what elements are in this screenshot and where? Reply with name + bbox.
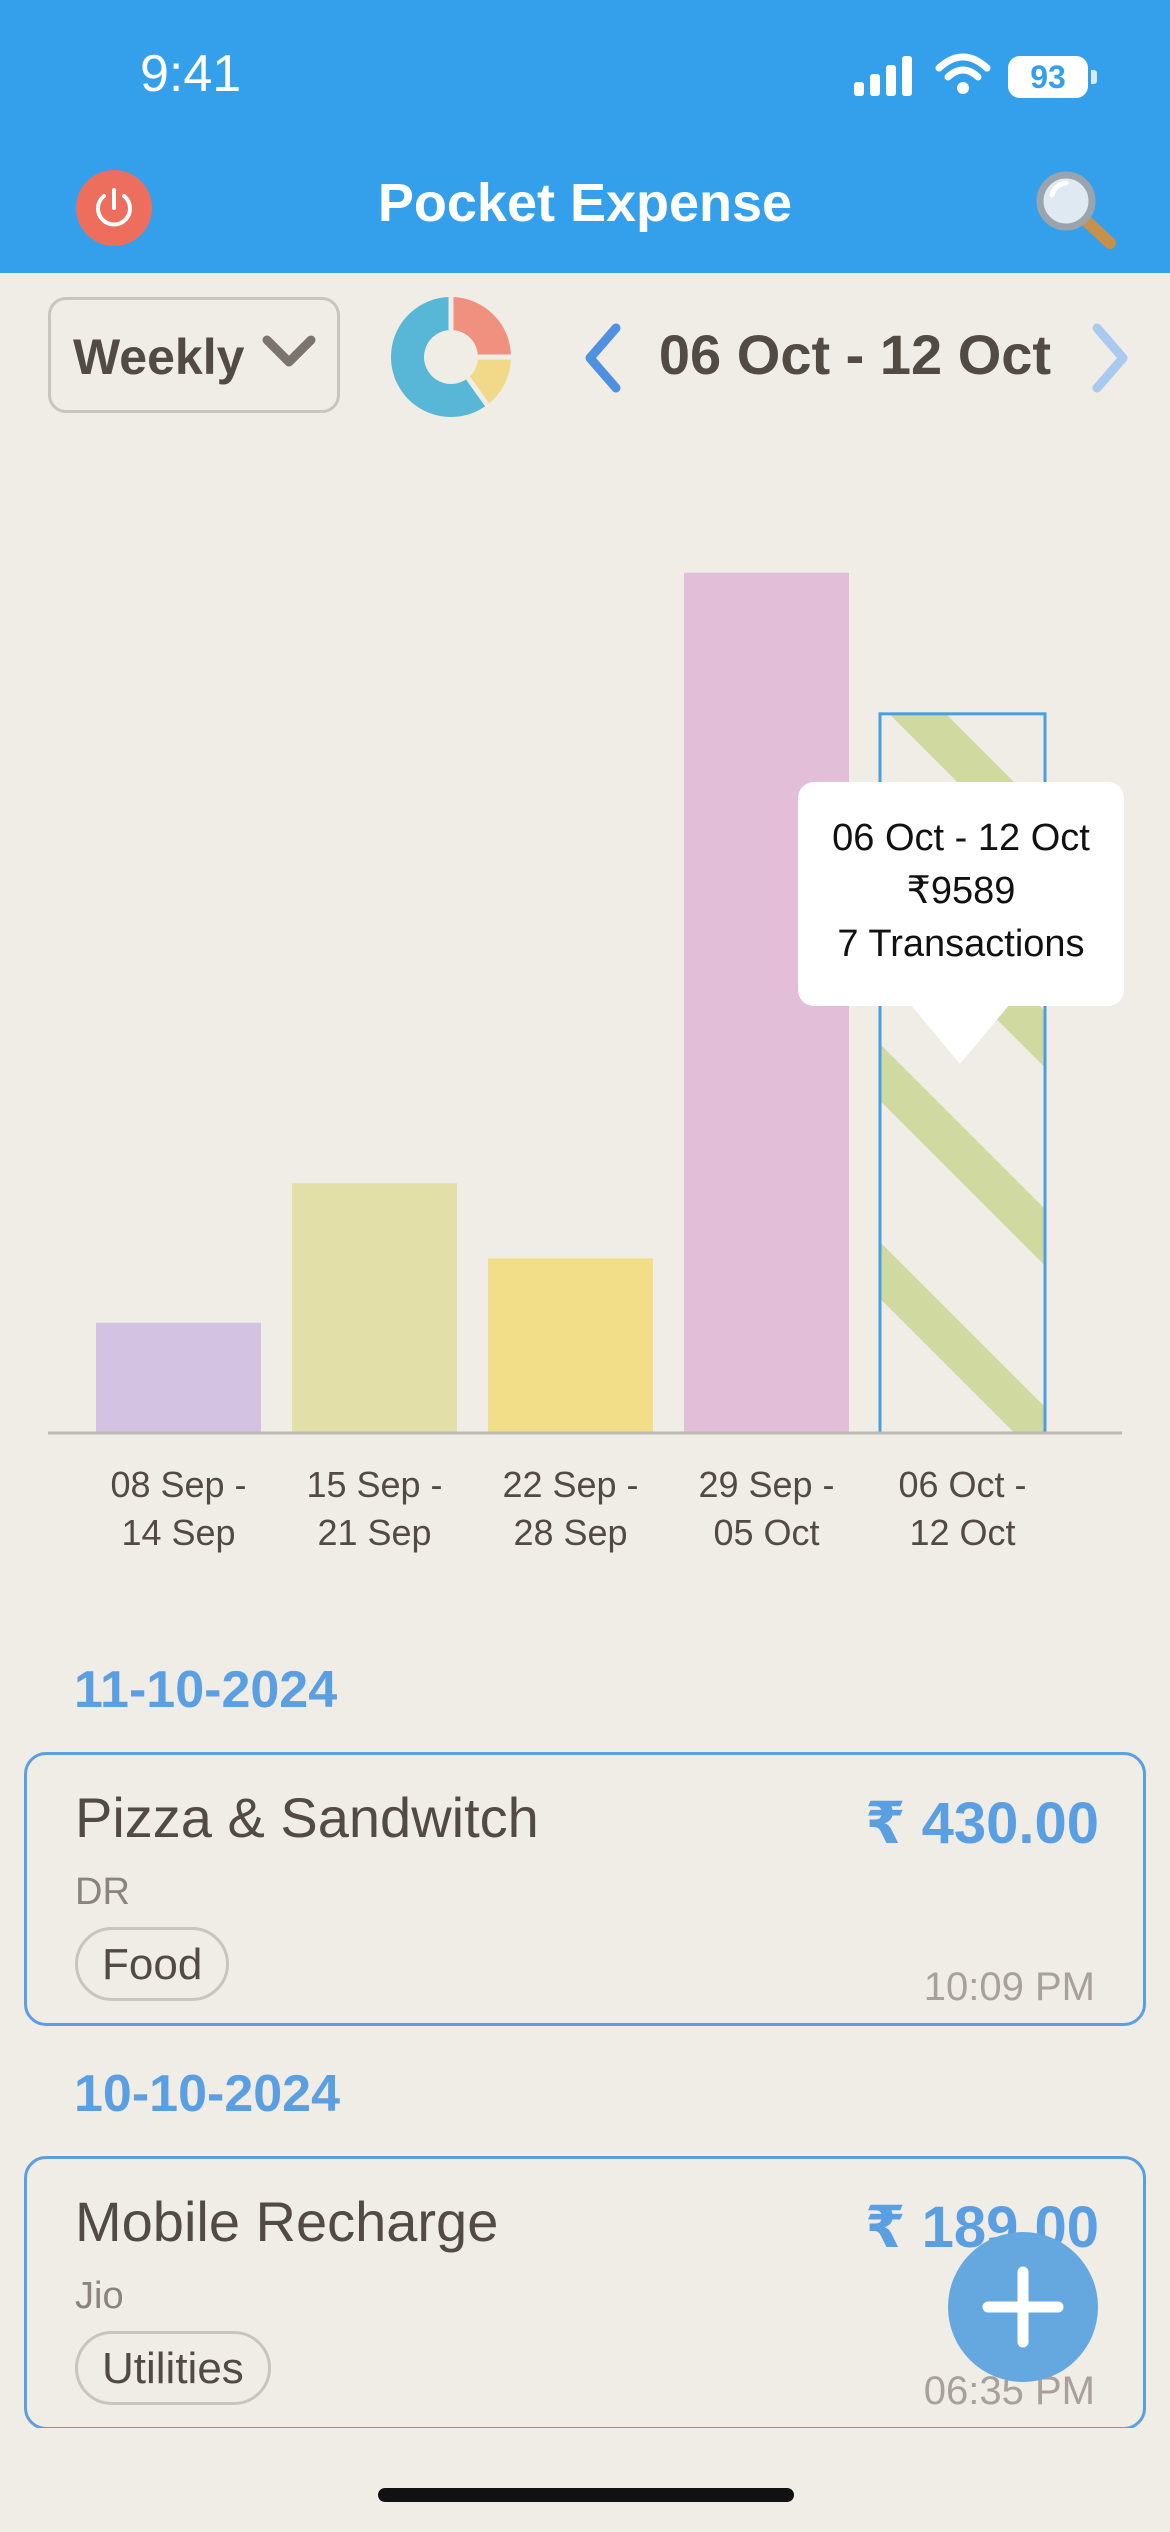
x-tick-label: 28 Sep — [513, 1512, 627, 1553]
wifi-icon — [935, 53, 991, 94]
chevron-right-icon[interactable] — [1085, 318, 1135, 398]
tooltip-transactions: 7 Transactions — [837, 923, 1085, 965]
period-select[interactable]: Weekly — [48, 297, 340, 413]
tooltip-range: 06 Oct - 12 Oct — [832, 817, 1090, 859]
x-tick-label: 29 Sep - — [698, 1464, 834, 1505]
weekly-bar-chart: 08 Sep - 14 Sep 15 Sep - 21 Sep 22 Sep - 28 S… — [48, 572, 1122, 1553]
home-indicator — [378, 2488, 794, 2502]
chevron-down-icon — [262, 335, 316, 367]
search-icon — [1036, 171, 1116, 249]
signal-icon — [854, 56, 912, 96]
transaction-amount: ₹ 430.00 — [865, 1791, 1099, 1856]
transaction-title: Pizza & Sandwitch — [75, 1786, 539, 1849]
chart-tooltip: 06 Oct - 12 Oct ₹9589 7 Transactions — [798, 782, 1124, 1006]
x-tick-label: 21 Sep — [317, 1512, 431, 1553]
x-tick-label: 15 Sep - — [306, 1464, 442, 1505]
transaction-time: 10:09 PM — [923, 1965, 1095, 2009]
category-tag: Food — [75, 1927, 230, 2001]
category-tag: Utilities — [75, 2331, 271, 2405]
battery-nub — [1091, 70, 1097, 84]
date-range: 06 Oct - 12 Oct — [658, 323, 1052, 386]
status-time: 9:41 — [140, 45, 242, 103]
x-tick-label: 08 Sep - — [110, 1464, 246, 1505]
add-transaction-button[interactable] — [948, 2232, 1098, 2382]
plus-icon — [982, 2266, 1064, 2348]
transaction-card[interactable]: Pizza & Sandwitch DR Food ₹ 430.00 10:09… — [24, 1752, 1146, 2026]
battery-indicator: 93 — [1008, 56, 1088, 98]
page-title: Pocket Expense — [377, 173, 793, 233]
period-label: Weekly — [73, 329, 245, 385]
bar-1[interactable] — [292, 1183, 457, 1433]
tooltip-amount: ₹9589 — [906, 870, 1016, 912]
pie-chart-icon[interactable] — [390, 296, 512, 418]
x-tick-label: 14 Sep — [121, 1512, 235, 1553]
transaction-subtitle: DR — [75, 1871, 130, 1913]
bar-0[interactable] — [96, 1322, 261, 1433]
date-header: 10-10-2024 — [74, 2065, 340, 2123]
search-button[interactable] — [1030, 165, 1120, 255]
x-tick-label: 06 Oct - — [898, 1464, 1026, 1505]
transaction-title: Mobile Recharge — [75, 2190, 499, 2253]
bar-2[interactable] — [488, 1258, 653, 1433]
x-tick-label: 22 Sep - — [502, 1464, 638, 1505]
tooltip-arrow — [910, 1004, 1010, 1064]
x-tick-label: 05 Oct — [713, 1512, 819, 1553]
chevron-left-icon[interactable] — [578, 318, 628, 398]
date-header: 11-10-2024 — [74, 1661, 338, 1719]
transaction-subtitle: Jio — [75, 2275, 124, 2317]
x-tick-label: 12 Oct — [909, 1512, 1015, 1553]
bottom-safe-area — [0, 2428, 1170, 2532]
